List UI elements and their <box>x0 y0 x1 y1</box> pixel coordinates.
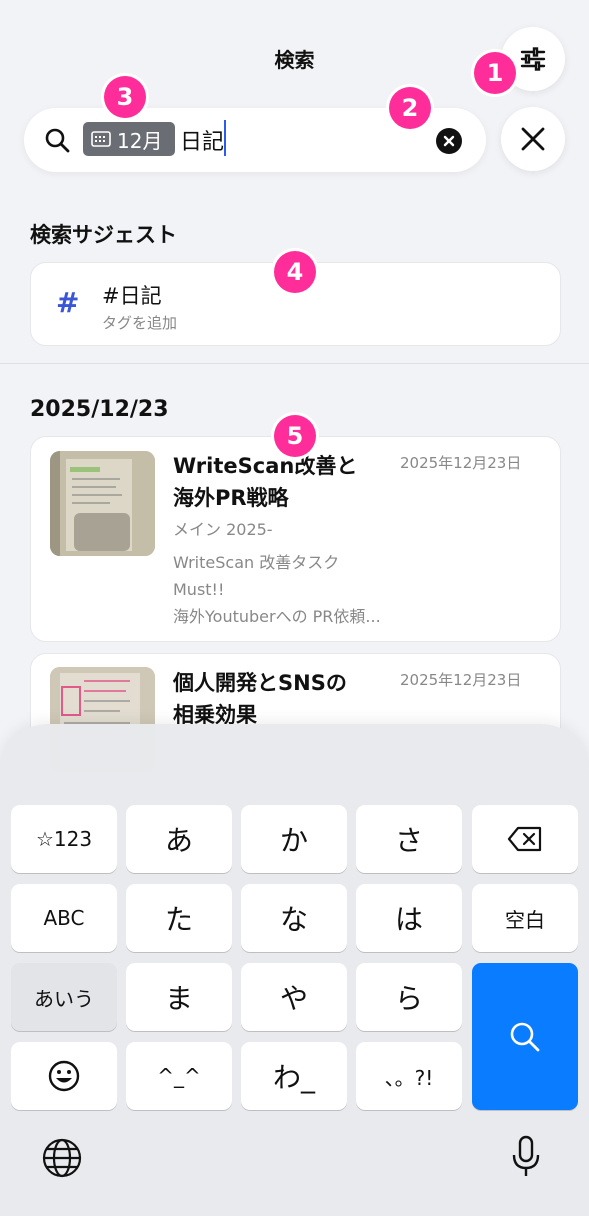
post-date: 2025年12月23日 <box>400 671 522 689</box>
key-sa[interactable]: さ <box>356 805 462 873</box>
key-symbols[interactable]: ☆123 <box>11 805 117 873</box>
key-kana[interactable]: あいう <box>11 963 117 1031</box>
backspace-key[interactable] <box>472 805 578 873</box>
key-wa[interactable]: わ_ <box>241 1042 347 1110</box>
text-caret <box>224 120 226 156</box>
annotation-badge: 5 <box>274 415 316 457</box>
annotation-badge: 1 <box>474 52 516 94</box>
close-icon <box>521 127 545 151</box>
post-body-line4: 海外Youtuberへの PR依頼... <box>173 607 381 626</box>
results-date-header: 2025/12/23 <box>30 397 169 422</box>
key-ya[interactable]: や <box>241 963 347 1031</box>
key-ma[interactable]: ま <box>126 963 232 1031</box>
post-body-line2: WriteScan 改善タスク <box>173 553 340 572</box>
post-title-line2: 海外PR戦略 <box>173 486 289 510</box>
annotation-badge: 4 <box>274 251 316 293</box>
key-punctuation[interactable]: 、。?! <box>356 1042 462 1110</box>
key-a[interactable]: あ <box>126 805 232 873</box>
calendar-icon <box>91 131 111 147</box>
post-title-line1: WriteScan改善と <box>173 454 358 478</box>
keyboard: ☆123 あ か さ ABC た な は 空白 あいう ま や ら ^_^ わ_… <box>0 724 589 1216</box>
suggest-tag-sub: タグを追加 <box>102 314 178 332</box>
post-date: 2025年12月23日 <box>400 454 522 472</box>
globe-button[interactable] <box>41 1137 83 1183</box>
hash-icon: # <box>56 286 80 319</box>
globe-icon <box>42 1138 82 1178</box>
backspace-icon <box>507 826 542 852</box>
search-query-text: 日記 <box>180 130 225 155</box>
dictation-button[interactable] <box>511 1135 541 1183</box>
post-title-line1: 個人開発とSNSの <box>173 671 347 695</box>
post-thumbnail <box>50 451 155 556</box>
annotation-badge: 3 <box>104 76 146 118</box>
microphone-icon <box>512 1135 540 1176</box>
clear-icon <box>443 135 455 147</box>
divider <box>0 363 589 364</box>
suggest-tag-label: #日記 <box>102 284 162 308</box>
close-search-button[interactable] <box>501 107 565 171</box>
key-ta[interactable]: た <box>126 884 232 952</box>
search-icon <box>510 1022 540 1051</box>
key-kaomoji[interactable]: ^_^ <box>126 1042 232 1110</box>
emoji-key[interactable] <box>11 1042 117 1110</box>
key-ka[interactable]: か <box>241 805 347 873</box>
suggest-section-label: 検索サジェスト <box>30 223 177 247</box>
annotation-badge: 2 <box>389 87 431 129</box>
key-ra[interactable]: ら <box>356 963 462 1031</box>
month-filter-chip[interactable]: 12月 <box>83 122 175 156</box>
post-body-line3: Must!! <box>173 580 225 599</box>
key-ha[interactable]: は <box>356 884 462 952</box>
space-key[interactable]: 空白 <box>472 884 578 952</box>
search-key[interactable] <box>472 963 578 1110</box>
key-na[interactable]: な <box>241 884 347 952</box>
search-icon <box>44 127 70 157</box>
key-abc[interactable]: ABC <box>11 884 117 952</box>
emoji-icon <box>48 1060 80 1092</box>
clear-search-button[interactable] <box>436 128 462 154</box>
month-chip-label: 12月 <box>117 128 163 153</box>
sliders-icon <box>520 47 546 71</box>
post-body-line1: メイン 2025- <box>173 520 273 539</box>
